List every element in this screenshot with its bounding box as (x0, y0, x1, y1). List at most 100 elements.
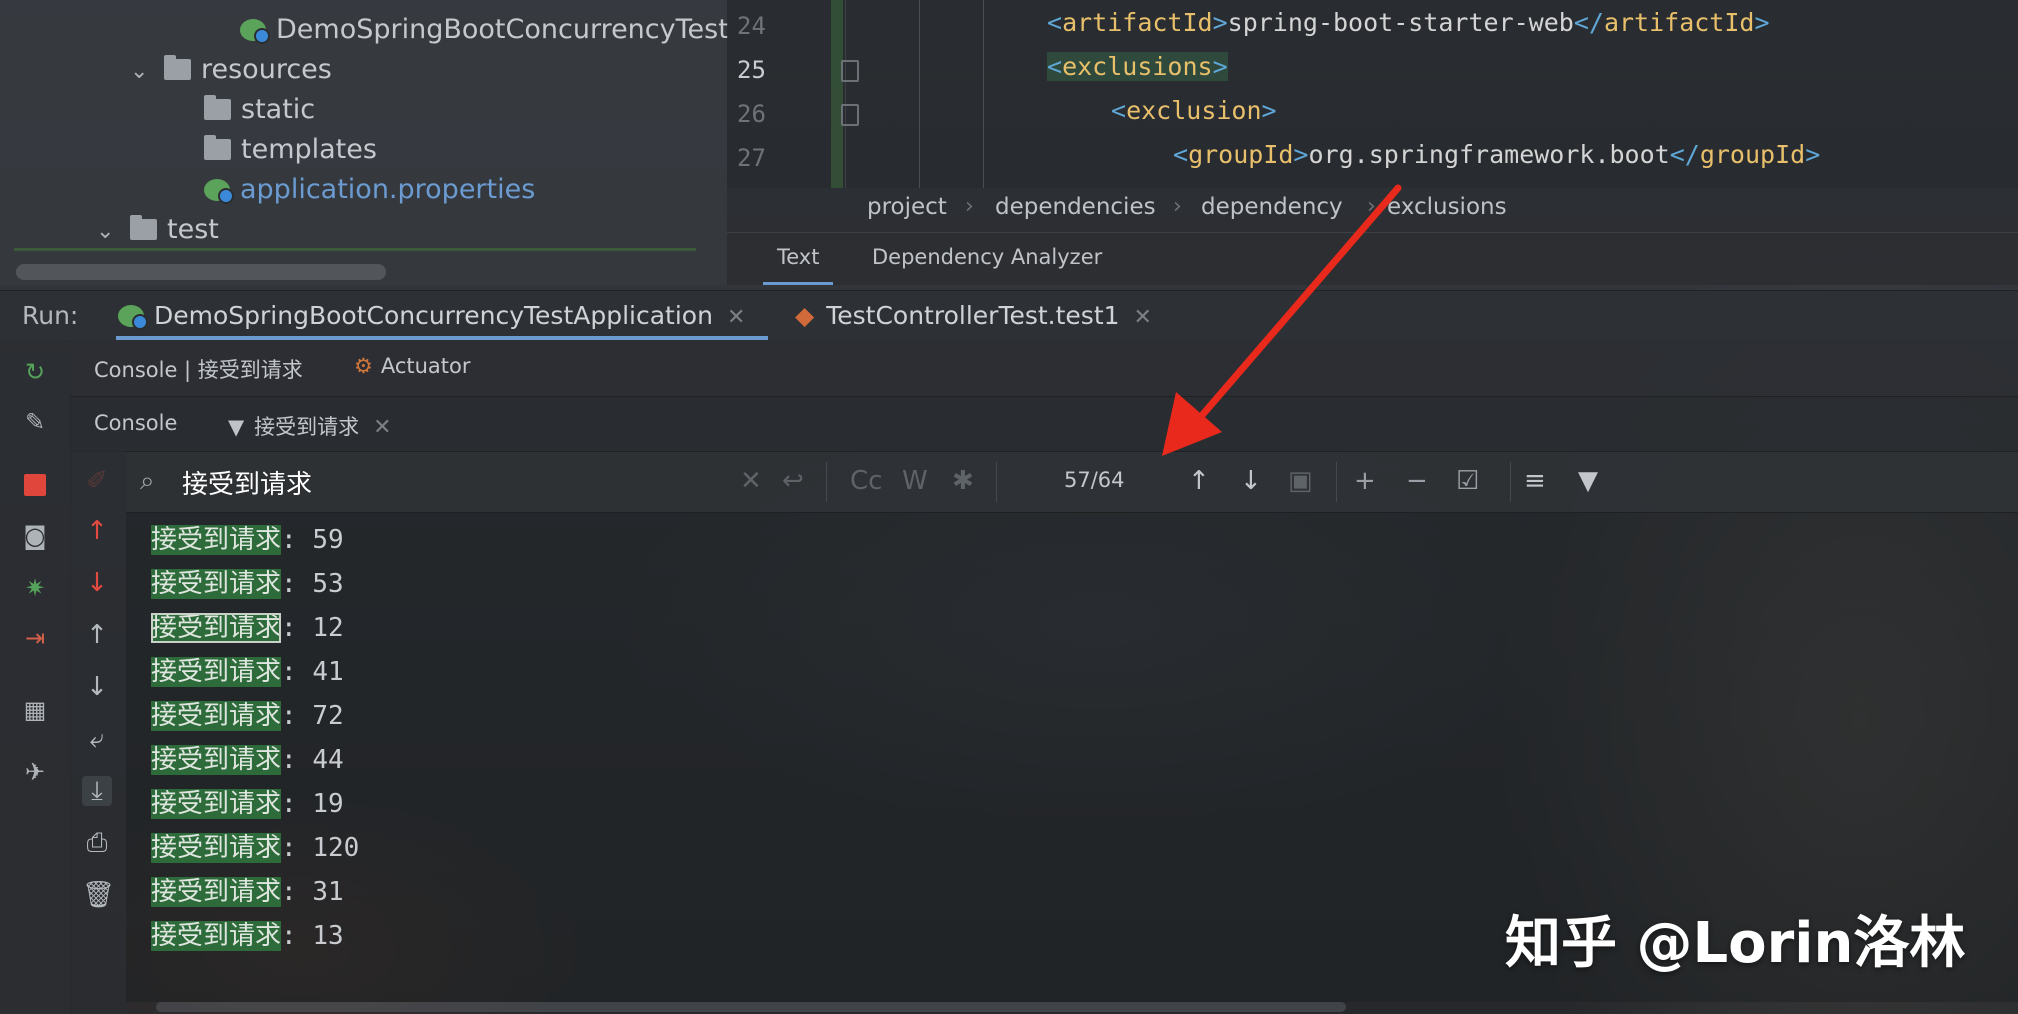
console-line: 接受到请求: 72 (151, 701, 344, 731)
breadcrumb-separator-icon: › (1367, 194, 1376, 219)
clear-search-icon[interactable]: ✕ (740, 466, 762, 496)
remove-occurrence-icon[interactable]: − (1406, 466, 1428, 496)
tree-item-label: DemoSpringBootConcurrencyTest (276, 14, 729, 45)
search-input[interactable] (182, 464, 782, 500)
tree-item-demo-class[interactable]: DemoSpringBootConcurrencyTest (240, 10, 729, 50)
tree-divider (14, 248, 696, 251)
pin-icon[interactable]: ✈ (21, 758, 49, 786)
stop-icon[interactable] (21, 470, 49, 498)
tab-actuator[interactable]: ⚙ Actuator (354, 354, 471, 378)
tree-item-application-properties[interactable]: application.properties (204, 170, 535, 210)
console-sub-tabs: Console ▼ 接受到请求 ✕ (70, 397, 2018, 452)
line-number: 27 (737, 144, 766, 172)
console-toolbar: ↑ ↓ ↑ ↓ ⤶ ⤓ ⎙ 🗑 (70, 448, 126, 1014)
breadcrumb-item[interactable]: dependencies (995, 194, 1156, 220)
whole-words-button[interactable]: W (902, 466, 928, 496)
tree-item-templates[interactable]: templates (204, 130, 377, 170)
tree-item-label: test (167, 214, 219, 245)
close-icon[interactable]: ✕ (727, 305, 745, 330)
tree-item-static[interactable]: static (204, 90, 315, 130)
tree-item-resources[interactable]: ⌄ resources (130, 50, 332, 90)
search-icon: ⌕ (140, 466, 155, 496)
fold-marker-icon[interactable] (841, 60, 859, 82)
arrow-up-red-icon[interactable]: ↑ (82, 516, 112, 546)
next-match-icon[interactable]: ↓ (1240, 466, 1262, 496)
print-icon[interactable]: ⎙ (82, 828, 112, 858)
trash-icon[interactable]: 🗑 (82, 880, 115, 910)
resources-folder-icon (164, 55, 191, 80)
filter-search-results-icon[interactable]: ▼ (1578, 466, 1598, 496)
run-tab-application[interactable]: DemoSpringBootConcurrencyTestApplication… (118, 301, 745, 330)
add-occurrence-icon[interactable]: + (1354, 466, 1376, 496)
tree-item-label: application.properties (240, 174, 536, 205)
tab-console[interactable]: Console (94, 411, 177, 435)
xml-editor[interactable]: 24 25 26 27 <artifactId>spring-boot-star… (727, 0, 2018, 188)
exit-icon[interactable]: ⇥ (21, 624, 49, 652)
run-tab-label: TestControllerTest.test1 (826, 301, 1120, 330)
actuator-icon: ⚙ (354, 354, 373, 378)
separator (1336, 462, 1337, 502)
tab-actuator-label: Actuator (380, 354, 471, 378)
match-case-button[interactable]: Cc (850, 466, 882, 496)
code-line-25: <exclusions> (1047, 52, 1228, 81)
tab-text[interactable]: Text (762, 245, 835, 285)
tab-console-filter[interactable]: Console | 接受到请求 (94, 354, 303, 384)
spring-boot-class-icon (240, 19, 270, 44)
select-all-occurrences-icon[interactable]: ▣ (1288, 466, 1313, 496)
layout-icon[interactable]: ▦ (21, 696, 49, 724)
scroll-to-end-icon[interactable]: ⤓ (82, 776, 112, 806)
spring-boot-run-icon (118, 305, 148, 330)
fold-marker-icon[interactable] (841, 104, 859, 126)
console-horizontal-scrollbar[interactable] (156, 1002, 1346, 1012)
tab-filter-label: 接受到请求 (254, 415, 360, 439)
close-icon[interactable]: ✕ (1134, 305, 1152, 330)
code-line-27: <groupId>org.springframework.boot</group… (1173, 140, 1821, 169)
console-line: 接受到请求: 19 (151, 789, 344, 819)
tree-horizontal-scrollbar[interactable] (16, 264, 386, 280)
console-search-bar: ⌕ ✕ ↩ Cc W ✱ 57/64 ↑ ↓ ▣ + − ☑ ≡ ▼ (126, 452, 2018, 513)
regex-button[interactable]: ✱ (952, 466, 974, 496)
console-line: 接受到请求: 59 (151, 525, 344, 555)
breadcrumb-item[interactable]: project (867, 194, 947, 220)
camera-icon[interactable]: ◙ (21, 522, 49, 550)
breadcrumb-item[interactable]: exclusions (1387, 194, 1507, 220)
tab-filter[interactable]: ▼ 接受到请求 ✕ (228, 411, 392, 441)
chevron-down-icon[interactable]: ⌄ (96, 212, 120, 252)
wrench-icon[interactable]: ✎ (21, 408, 49, 436)
console-line: 接受到请求: 13 (151, 921, 344, 951)
previous-match-icon[interactable]: ↑ (1188, 466, 1210, 496)
arrow-up-icon[interactable]: ↑ (82, 620, 112, 650)
debug-settings-icon[interactable]: ✷ (21, 574, 49, 602)
gutter-border (845, 0, 846, 188)
breadcrumb-item[interactable]: dependency (1201, 194, 1343, 220)
close-icon[interactable]: ✕ (373, 415, 391, 440)
arrow-down-red-icon[interactable]: ↓ (82, 568, 112, 598)
change-marker (831, 0, 843, 188)
project-tree-panel: DemoSpringBootConcurrencyTest ⌄ resources… (0, 0, 729, 285)
rerun-icon[interactable]: ↻ (21, 358, 49, 386)
editor-view-tabs: Text Dependency Analyzer (727, 232, 2018, 285)
console-line: 接受到请求: 12 (151, 613, 344, 643)
filter-icon: ▼ (228, 415, 245, 439)
folder-icon (130, 215, 157, 240)
arrow-down-icon[interactable]: ↓ (82, 672, 112, 702)
select-occurrences-icon[interactable]: ☑ (1456, 466, 1479, 496)
code-line-24: <artifactId>spring-boot-starter-web</art… (1047, 8, 1770, 37)
separator (996, 462, 997, 502)
breadcrumb-separator-icon: › (965, 194, 974, 219)
indent-guide (919, 0, 920, 188)
tree-item-label: templates (241, 134, 377, 165)
chevron-down-icon[interactable]: ⌄ (130, 52, 154, 92)
filter-settings-icon[interactable]: ≡ (1524, 466, 1546, 496)
run-tab-label: DemoSpringBootConcurrencyTestApplication (154, 301, 713, 330)
line-number: 26 (737, 100, 766, 128)
run-tab-test[interactable]: ◆ TestControllerTest.test1 ✕ (795, 301, 1152, 330)
console-line: 接受到请求: 31 (151, 877, 344, 907)
separator (826, 462, 827, 502)
tab-dependency-analyzer[interactable]: Dependency Analyzer (872, 245, 1102, 269)
tree-item-test[interactable]: ⌄ test (96, 210, 219, 250)
soft-wrap-icon[interactable]: ⤶ (82, 724, 112, 754)
new-line-icon[interactable]: ↩ (782, 466, 804, 496)
console-line: 接受到请求: 120 (151, 833, 360, 863)
line-number: 25 (737, 56, 766, 84)
